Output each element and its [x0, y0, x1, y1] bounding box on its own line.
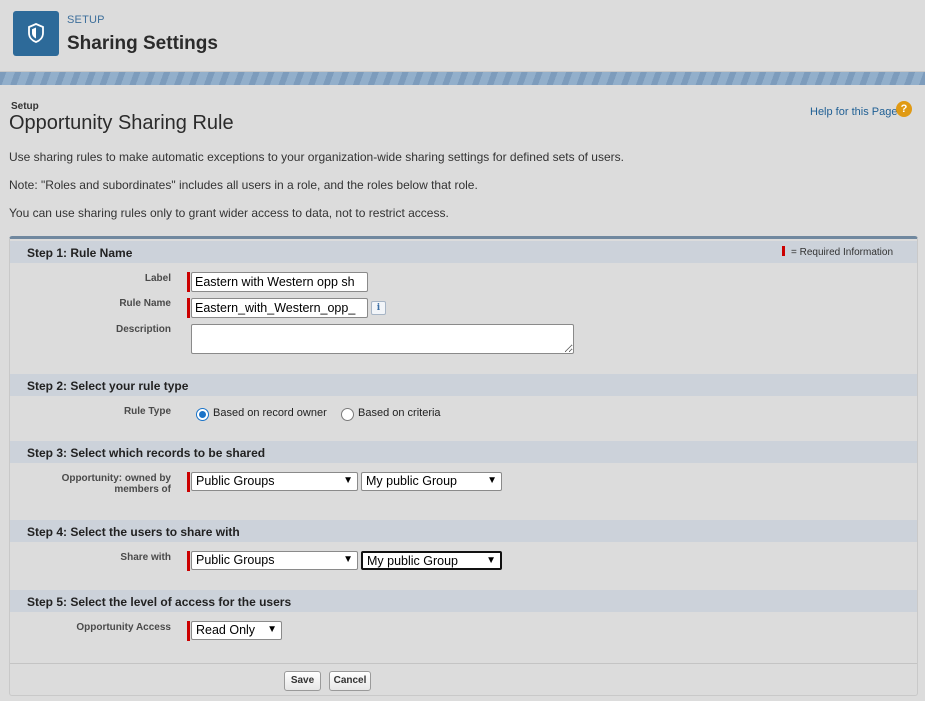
app-header: SETUP Sharing Settings: [0, 0, 925, 72]
ruletype-owner-radio[interactable]: [196, 408, 209, 421]
sharing-rule-form: Step 1: Rule Name = Required Information…: [9, 236, 918, 696]
breadcrumb: Setup: [11, 101, 39, 112]
ruletype-field-label: Rule Type: [123, 406, 171, 417]
access-field-label: Opportunity Access: [76, 622, 171, 633]
step2-title: Step 2: Select your rule type: [27, 379, 189, 393]
step4-title: Step 4: Select the users to share with: [27, 525, 240, 539]
shield-icon: [13, 11, 59, 56]
chevron-down-icon: ▼: [343, 554, 353, 565]
chevron-down-icon: ▼: [343, 475, 353, 486]
step4-header: Step 4: Select the users to share with: [10, 520, 917, 542]
step2-header: Step 2: Select your rule type: [10, 374, 917, 396]
required-marker: [187, 272, 190, 292]
step3-header: Step 3: Select which records to be share…: [10, 441, 917, 463]
rulename-field-label: Rule Name: [119, 298, 171, 309]
required-marker: [187, 472, 190, 492]
share-with-type-select[interactable]: Public Groups ▼: [191, 551, 358, 570]
decorative-stripe: [0, 72, 925, 85]
required-marker-icon: [782, 246, 785, 256]
save-button[interactable]: Save: [284, 671, 321, 691]
intro-text-3: You can use sharing rules only to grant …: [9, 206, 449, 220]
required-marker: [187, 298, 190, 318]
step5-header: Step 5: Select the level of access for t…: [10, 590, 917, 612]
setup-section-label: SETUP: [67, 14, 105, 26]
ruletype-criteria-radio[interactable]: [341, 408, 354, 421]
form-divider: [10, 663, 917, 664]
app-title: Sharing Settings: [67, 33, 218, 54]
ruletype-criteria-label[interactable]: Based on criteria: [358, 407, 441, 419]
owned-by-type-value: Public Groups: [196, 474, 275, 488]
rulename-input[interactable]: [191, 298, 368, 318]
required-legend: = Required Information: [782, 246, 893, 258]
access-level-select[interactable]: Read Only ▼: [191, 621, 282, 640]
label-field-label: Label: [144, 273, 171, 284]
required-marker: [187, 551, 190, 571]
step1-header: Step 1: Rule Name = Required Information: [10, 241, 917, 263]
owned-by-label-line2: members of: [114, 484, 171, 495]
required-legend-text: = Required Information: [791, 247, 894, 258]
description-textarea[interactable]: [191, 324, 574, 354]
share-with-label: Share with: [120, 552, 171, 563]
intro-text-2: Note: "Roles and subordinates" includes …: [9, 178, 478, 192]
cancel-button[interactable]: Cancel: [329, 671, 371, 691]
page-title: Opportunity Sharing Rule: [9, 112, 234, 134]
owned-by-group-select[interactable]: My public Group ▼: [361, 472, 502, 491]
step5-title: Step 5: Select the level of access for t…: [27, 595, 292, 609]
chevron-down-icon: ▼: [486, 555, 496, 566]
description-field-label: Description: [115, 324, 171, 335]
chevron-down-icon: ▼: [267, 624, 277, 635]
label-input[interactable]: [191, 272, 368, 292]
ruletype-owner-label[interactable]: Based on record owner: [213, 407, 327, 419]
access-level-value: Read Only: [196, 623, 256, 637]
help-icon[interactable]: ?: [896, 101, 912, 117]
share-with-group-select[interactable]: My public Group ▼: [361, 551, 502, 570]
share-with-type-value: Public Groups: [196, 553, 275, 567]
intro-text-1: Use sharing rules to make automatic exce…: [9, 150, 624, 164]
help-link[interactable]: Help for this Page: [810, 106, 897, 118]
step3-title: Step 3: Select which records to be share…: [27, 446, 266, 460]
owned-by-group-value: My public Group: [366, 474, 458, 488]
share-with-group-value: My public Group: [367, 554, 459, 568]
info-icon[interactable]: i: [371, 301, 386, 315]
chevron-down-icon: ▼: [487, 475, 497, 486]
owned-by-type-select[interactable]: Public Groups ▼: [191, 472, 358, 491]
owned-by-label-line1: Opportunity: owned by: [61, 473, 171, 484]
step1-title: Step 1: Rule Name: [27, 246, 133, 260]
required-marker: [187, 621, 190, 641]
